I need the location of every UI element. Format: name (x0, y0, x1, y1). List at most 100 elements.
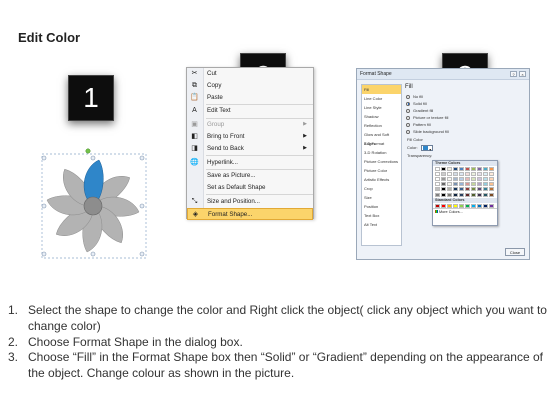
color-swatch[interactable] (453, 187, 458, 192)
menu-item-format-shape[interactable]: ◈ Format Shape... (187, 207, 313, 220)
menu-item-save-as-picture[interactable]: Save as Picture... (187, 170, 313, 182)
color-swatch[interactable] (465, 187, 470, 192)
color-swatch[interactable] (459, 203, 464, 208)
color-swatch[interactable] (471, 192, 476, 197)
sidebar-item-crop[interactable]: Crop (362, 184, 401, 193)
radio-slide-background-fill[interactable]: Slide background fill (405, 128, 525, 135)
color-swatch[interactable] (471, 203, 476, 208)
color-swatch[interactable] (441, 176, 446, 181)
color-swatch[interactable] (489, 187, 494, 192)
color-swatch[interactable] (453, 192, 458, 197)
color-swatch[interactable] (453, 176, 458, 181)
color-swatch[interactable] (471, 166, 476, 171)
rotate-handle[interactable] (85, 148, 91, 154)
sidebar-item-position[interactable]: Position (362, 202, 401, 211)
color-picker-button[interactable]: ▾ (420, 144, 433, 152)
color-swatch[interactable] (471, 182, 476, 187)
color-swatch[interactable] (447, 166, 452, 171)
radio-button[interactable] (406, 101, 410, 106)
color-swatch[interactable] (483, 192, 488, 197)
color-swatch[interactable] (483, 166, 488, 171)
sidebar-item-fill[interactable]: Fill (362, 85, 401, 94)
radio-button[interactable] (406, 115, 410, 120)
color-swatch[interactable] (477, 176, 482, 181)
color-swatch[interactable] (483, 171, 488, 176)
color-swatch[interactable] (465, 203, 470, 208)
color-swatch[interactable] (453, 166, 458, 171)
color-swatch[interactable] (441, 182, 446, 187)
color-swatch[interactable] (447, 187, 452, 192)
color-swatch[interactable] (453, 182, 458, 187)
color-swatch[interactable] (435, 182, 440, 187)
color-swatch[interactable] (447, 192, 452, 197)
color-swatch[interactable] (483, 176, 488, 181)
color-swatch[interactable] (435, 192, 440, 197)
radio-pattern-fill[interactable]: Pattern fill (405, 121, 525, 128)
color-swatch[interactable] (453, 171, 458, 176)
sidebar-item-reflection[interactable]: Reflection (362, 121, 401, 130)
sidebar-item-3-d-rotation[interactable]: 3-D Rotation (362, 148, 401, 157)
color-swatch[interactable] (441, 171, 446, 176)
color-swatch[interactable] (435, 187, 440, 192)
sidebar-item-alt-text[interactable]: Alt Text (362, 220, 401, 229)
pinwheel-shape[interactable] (36, 148, 151, 263)
color-swatch[interactable] (459, 176, 464, 181)
color-swatch[interactable] (459, 192, 464, 197)
color-swatch[interactable] (459, 187, 464, 192)
color-swatch[interactable] (477, 166, 482, 171)
color-swatch[interactable] (447, 171, 452, 176)
menu-item-set-as-default-shape[interactable]: Set as Default Shape (187, 182, 313, 194)
color-swatch[interactable] (483, 182, 488, 187)
sidebar-item-line-style[interactable]: Line Style (362, 103, 401, 112)
color-swatch[interactable] (441, 166, 446, 171)
color-swatch[interactable] (453, 203, 458, 208)
sidebar-item-glow-and-soft-edges[interactable]: Glow and Soft Edges (362, 130, 401, 146)
color-swatch[interactable] (465, 176, 470, 181)
color-swatch[interactable] (489, 182, 494, 187)
sidebar-item-shadow[interactable]: Shadow (362, 112, 401, 121)
sidebar-item-text-box[interactable]: Text Box (362, 211, 401, 220)
color-swatch[interactable] (465, 171, 470, 176)
color-swatch[interactable] (477, 171, 482, 176)
color-swatch[interactable] (489, 203, 494, 208)
color-swatch[interactable] (459, 171, 464, 176)
color-swatch[interactable] (489, 171, 494, 176)
color-swatch[interactable] (477, 192, 482, 197)
sidebar-item-3-d-format[interactable]: 3-D Format (362, 139, 401, 148)
color-swatch[interactable] (471, 176, 476, 181)
color-swatch[interactable] (471, 171, 476, 176)
radio-solid-fill[interactable]: Solid fill (405, 100, 525, 107)
radio-button[interactable] (406, 129, 410, 134)
color-swatch[interactable] (489, 166, 494, 171)
close-button[interactable]: Close (505, 248, 525, 256)
color-swatch[interactable] (447, 176, 452, 181)
menu-item-bring-to-front[interactable]: ◧ Bring to Front ▶ (187, 131, 313, 143)
color-swatch[interactable] (441, 192, 446, 197)
color-swatch[interactable] (441, 187, 446, 192)
color-swatch[interactable] (459, 166, 464, 171)
menu-item-cut[interactable]: ✂ Cut (187, 68, 313, 80)
color-swatch[interactable] (441, 203, 446, 208)
radio-button[interactable] (406, 94, 410, 99)
color-swatch[interactable] (477, 182, 482, 187)
color-swatch[interactable] (435, 166, 440, 171)
close-icon[interactable]: × (519, 71, 526, 77)
more-colors-link[interactable]: More Colors... (433, 208, 497, 214)
sidebar-item-size[interactable]: Size (362, 193, 401, 202)
radio-gradient-fill[interactable]: Gradient fill (405, 107, 525, 114)
sidebar-item-artistic-effects[interactable]: Artistic Effects (362, 175, 401, 184)
radio-button[interactable] (406, 108, 410, 113)
menu-item-paste[interactable]: 📋 Paste (187, 92, 313, 104)
color-swatch[interactable] (465, 182, 470, 187)
color-swatch[interactable] (465, 166, 470, 171)
radio-no-fill[interactable]: No fill (405, 93, 525, 100)
help-icon[interactable]: ? (510, 71, 517, 77)
sidebar-item-picture-corrections[interactable]: Picture Corrections (362, 157, 401, 166)
menu-item-copy[interactable]: ⧉ Copy (187, 80, 313, 92)
sidebar-item-picture-color[interactable]: Picture Color (362, 166, 401, 175)
menu-item-hyperlink[interactable]: 🌐 Hyperlink... (187, 157, 313, 169)
color-swatch[interactable] (489, 192, 494, 197)
menu-item-edit-text[interactable]: A Edit Text (187, 105, 313, 117)
radio-picture-or-texture-fill[interactable]: Picture or texture fill (405, 114, 525, 121)
menu-item-send-to-back[interactable]: ◨ Send to Back ▶ (187, 143, 313, 155)
